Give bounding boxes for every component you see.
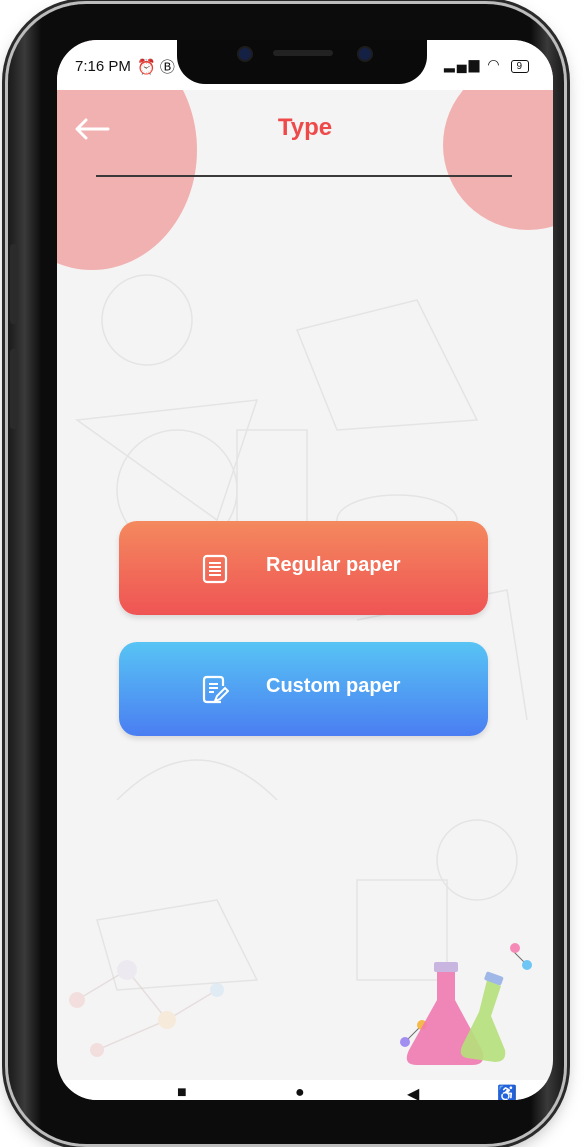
camera-lens-icon xyxy=(237,46,253,62)
alarm-icon: ⏰ xyxy=(137,59,156,76)
status-right-icons: ▂▄▆ ◠ 9 xyxy=(444,56,529,73)
speaker-grille xyxy=(273,50,333,56)
status-left-icons: ⏰ Ⓑ xyxy=(137,56,175,77)
regular-paper-label: Regular paper xyxy=(266,554,401,576)
triangle-back-icon[interactable]: ◀ xyxy=(407,1084,419,1100)
camera-notch xyxy=(177,40,427,84)
accessibility-icon[interactable]: ♿ xyxy=(497,1084,517,1100)
volume-up-button xyxy=(10,244,18,324)
document-icon xyxy=(202,554,228,584)
signal-icon: ▂▄▆ xyxy=(443,56,482,72)
status-time: 7:16 PM xyxy=(75,58,131,75)
system-nav-bar: ■ ● ◀ ♿ xyxy=(57,1080,553,1100)
regular-paper-button[interactable]: Regular paper xyxy=(119,521,488,615)
circle-icon[interactable]: ● xyxy=(295,1084,305,1100)
custom-paper-label: Custom paper xyxy=(266,675,401,697)
wifi-icon: ◠ xyxy=(487,56,502,72)
sensor-icon xyxy=(357,46,373,62)
custom-paper-button[interactable]: Custom paper xyxy=(119,642,488,736)
app-screen: 7:16 PM ⏰ Ⓑ ▂▄▆ ◠ 9 Type Regular paper C… xyxy=(57,40,553,1100)
chemistry-flask-icon xyxy=(400,943,532,1065)
document-edit-icon xyxy=(202,675,229,704)
header-divider xyxy=(96,175,512,177)
b-icon: Ⓑ xyxy=(159,59,175,76)
battery-level: 9 xyxy=(516,61,524,72)
volume-down-button xyxy=(10,349,18,429)
battery-icon: 9 xyxy=(511,60,529,73)
page-title: Type xyxy=(277,114,333,141)
square-icon[interactable]: ■ xyxy=(177,1084,187,1100)
